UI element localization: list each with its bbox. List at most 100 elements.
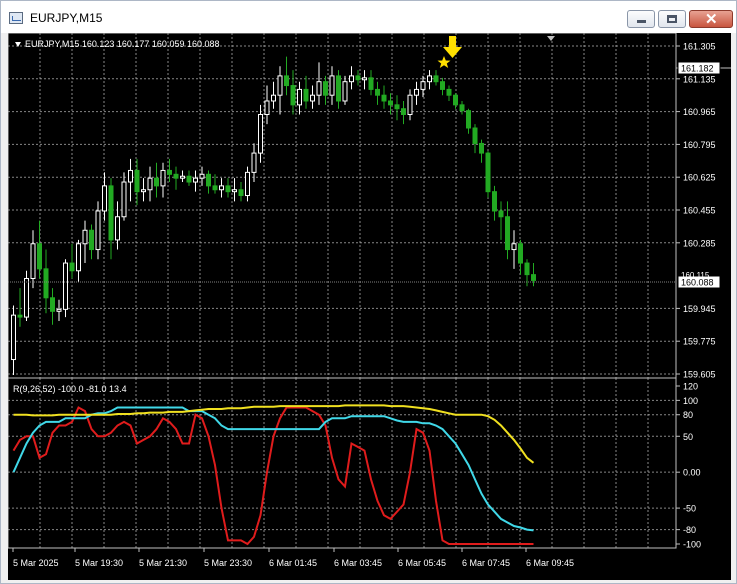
price-tick-label: 159.945: [683, 304, 716, 314]
candle-body: [531, 274, 536, 281]
candle-body: [167, 169, 172, 175]
chart-shift-triangle-icon[interactable]: [547, 36, 555, 41]
candle: [414, 81, 419, 105]
candle-body: [63, 262, 68, 310]
candle-body: [524, 262, 530, 276]
indicator-grid: [8, 378, 676, 548]
candle: [511, 230, 517, 269]
candle: [264, 85, 270, 125]
candle: [232, 178, 237, 202]
candle-body: [323, 81, 328, 96]
candle: [466, 108, 471, 134]
candle: [440, 77, 445, 96]
candle: [375, 81, 380, 105]
candle-body: [206, 173, 211, 187]
window-title: EURJPY,M15: [30, 11, 103, 25]
time-tick-label: 5 Mar 2025: [13, 558, 59, 568]
candle-body: [388, 100, 393, 106]
minimize-button[interactable]: [627, 10, 655, 28]
candle-body: [355, 75, 361, 81]
candle-body: [76, 243, 81, 272]
candle-body: [121, 181, 127, 218]
candle-body: [277, 75, 283, 96]
hline-price-box[interactable]: 161.182: [677, 61, 721, 75]
candle: [24, 270, 29, 321]
hline-price-label: 161.182: [681, 64, 714, 74]
candle-body: [264, 100, 270, 115]
chart-area[interactable]: EURJPY,M15 160.123 160.177 160.059 160.0…: [8, 33, 731, 580]
time-tick-label: 6 Mar 03:45: [334, 558, 382, 568]
candle-body: [368, 77, 374, 90]
candle-body: [284, 75, 289, 87]
candle: [63, 259, 68, 318]
candle: [336, 70, 341, 109]
indicator-tick-label: -50: [683, 504, 696, 514]
candle-body: [466, 110, 471, 129]
candle: [453, 93, 458, 109]
candle: [362, 70, 367, 90]
time-tick-label: 6 Mar 07:45: [462, 558, 510, 568]
candle-body: [115, 216, 120, 241]
candlestick-series: [11, 56, 536, 375]
maximize-button[interactable]: [658, 10, 686, 28]
chart-canvas[interactable]: EURJPY,M15 160.123 160.177 160.059 160.0…: [8, 33, 731, 580]
candle: [485, 151, 491, 198]
candle-body: [232, 189, 237, 193]
candle-body: [394, 104, 400, 110]
candle: [225, 178, 231, 198]
candle: [492, 185, 497, 221]
candle-body: [37, 243, 42, 270]
candle: [43, 249, 49, 314]
candle-body: [225, 185, 231, 193]
partial-price-tick: 160.115: [681, 271, 710, 280]
candle-body: [17, 314, 23, 318]
candle-body: [219, 185, 224, 191]
candle: [459, 100, 465, 115]
price-tick-label: 160.285: [683, 238, 716, 248]
candle-body: [440, 81, 445, 90]
time-scale: 5 Mar 2025 5 Mar 19:30 5 Mar 21:30 5 Mar 23…: [12, 548, 574, 568]
candle-body: [336, 75, 341, 102]
price-tick-label: 160.965: [683, 107, 716, 117]
candle-body: [485, 152, 491, 193]
indicator-tick-label: -100: [683, 540, 701, 550]
candle: [17, 288, 23, 327]
candle-body: [290, 85, 296, 106]
candle-body: [472, 127, 478, 144]
time-tick-label: 6 Mar 05:45: [398, 558, 446, 568]
candle-body: [511, 243, 517, 251]
candle: [394, 95, 400, 121]
price-tick-label: 159.605: [683, 370, 716, 380]
candle: [56, 299, 62, 321]
price-tick-label: 160.455: [683, 206, 716, 216]
candle: [121, 172, 127, 221]
time-tick-label: 5 Mar 19:30: [75, 558, 123, 568]
candle-body: [238, 189, 244, 197]
candle: [316, 62, 322, 105]
candle: [258, 104, 263, 163]
candle-body: [24, 277, 29, 318]
candle-body: [134, 169, 140, 193]
candle-body: [11, 314, 16, 361]
candle-body: [128, 169, 133, 183]
candle-body: [245, 171, 250, 197]
price-tick-label: 160.625: [683, 173, 716, 183]
close-button[interactable]: ✕: [689, 10, 733, 28]
candle: [433, 70, 439, 86]
candle-body: [349, 75, 354, 83]
title-bar[interactable]: EURJPY,M15 ✕: [1, 1, 736, 33]
price-tick-label: 161.305: [683, 42, 716, 52]
candle-body: [95, 210, 101, 251]
indicator-frame: [8, 377, 677, 549]
time-tick-label: 6 Mar 09:45: [526, 558, 574, 568]
candle: [180, 170, 185, 183]
candle-body: [141, 189, 146, 193]
candle: [11, 305, 16, 375]
symbol-header: EURJPY,M15 160.123 160.177 160.059 160.0…: [25, 39, 220, 49]
candle: [89, 224, 94, 260]
candle: [245, 166, 250, 202]
candle-body: [82, 229, 88, 245]
candle: [69, 243, 75, 279]
candle-body: [173, 173, 179, 179]
candle: [219, 178, 224, 198]
